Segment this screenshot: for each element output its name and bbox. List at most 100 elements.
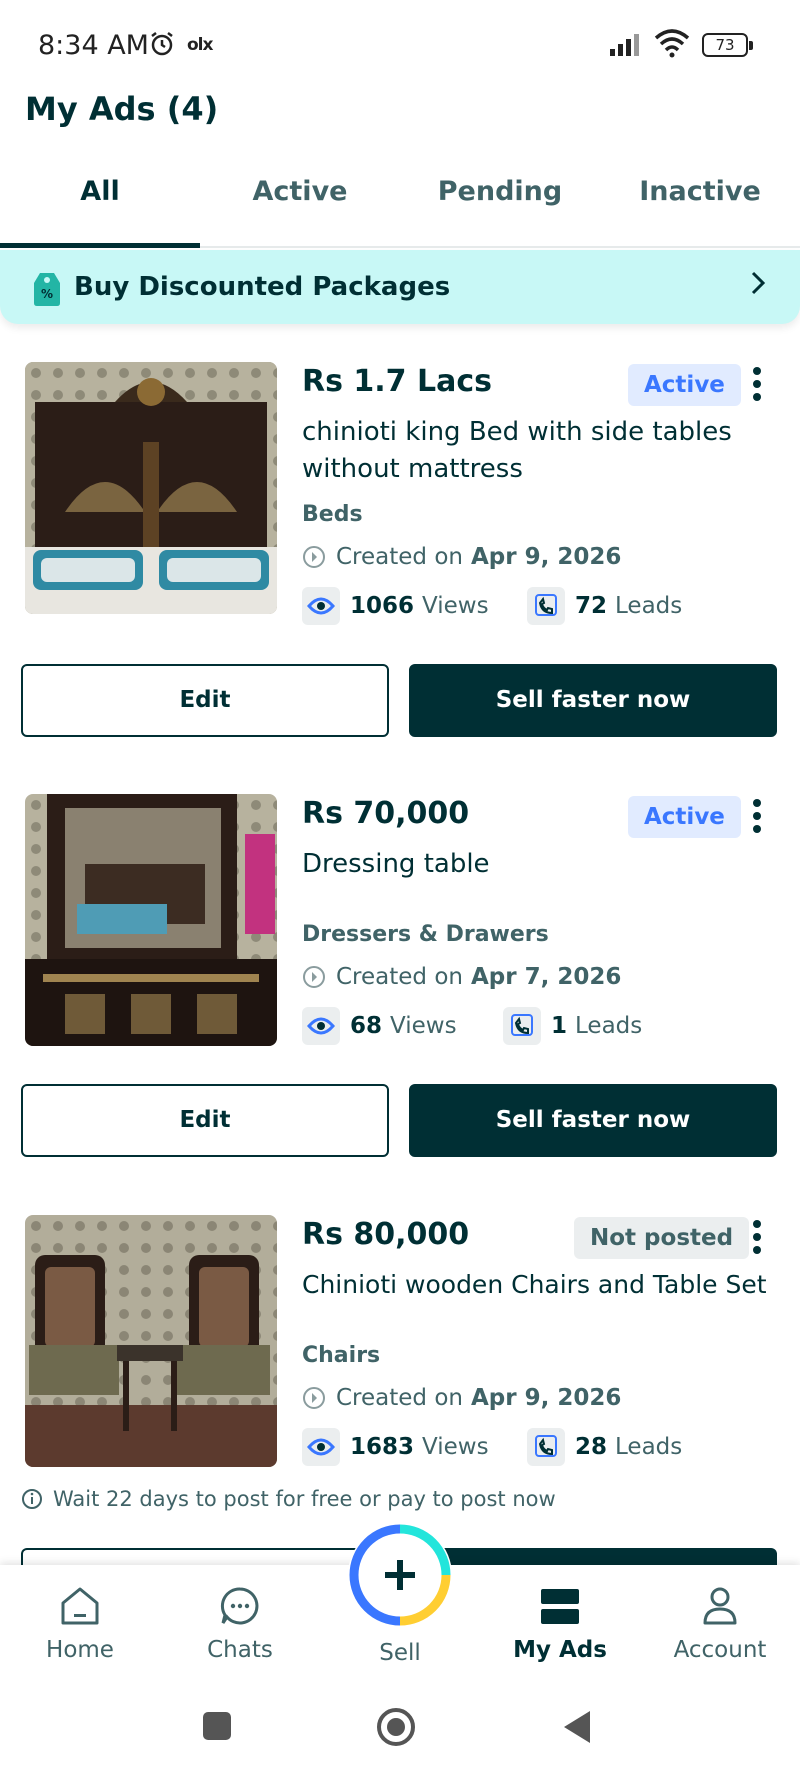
home-system-button[interactable] — [376, 1707, 416, 1751]
back-triangle-icon — [564, 1711, 590, 1743]
square-icon — [203, 1712, 231, 1740]
nav-account[interactable]: Account — [640, 1565, 800, 1681]
nav-my-ads-label: My Ads — [513, 1637, 607, 1663]
leads-stat: 28 Leads — [527, 1428, 682, 1466]
recents-button[interactable] — [202, 1711, 232, 1745]
leads-phone-icon — [535, 594, 557, 616]
tab-active[interactable]: Active — [200, 160, 400, 246]
sell-faster-button[interactable]: Sell faster now — [409, 664, 777, 737]
created-label: Created on — [336, 1385, 463, 1411]
wifi-icon — [654, 29, 690, 58]
alarm-icon — [151, 32, 173, 56]
leads-count: 28 — [575, 1434, 608, 1460]
chat-icon — [220, 1587, 259, 1625]
leads-label: Leads — [575, 1013, 643, 1039]
status-bar: 8:34 AM olx 73 — [0, 0, 800, 92]
views-label: Views — [390, 1013, 457, 1039]
nav-home[interactable]: Home — [0, 1565, 160, 1681]
tab-pending[interactable]: Pending — [400, 160, 600, 246]
buy-packages-banner[interactable]: % Buy Discounted Packages — [0, 250, 800, 324]
ad-category: Chairs — [302, 1343, 381, 1368]
ad-title: Chinioti wooden Chairs and Table Set — [302, 1270, 767, 1299]
ads-filter-tabs: All Active Pending Inactive — [0, 160, 800, 248]
leads-label: Leads — [615, 593, 683, 619]
created-date: Apr 9, 2026 — [470, 1385, 622, 1411]
ad-category: Dressers & Drawers — [302, 922, 549, 947]
ad-title: Dressing table — [302, 849, 490, 879]
created-date: Apr 7, 2026 — [470, 964, 622, 990]
edit-button[interactable]: Edit — [21, 1084, 389, 1157]
clock-icon — [303, 546, 325, 568]
views-count: 1683 — [350, 1434, 415, 1460]
tab-inactive[interactable]: Inactive — [600, 160, 800, 246]
ad-photo-bed[interactable] — [25, 362, 277, 614]
more-options-icon[interactable] — [752, 798, 762, 834]
nav-home-label: Home — [46, 1637, 114, 1663]
sell-button[interactable] — [348, 1523, 452, 1627]
status-badge: Active — [628, 364, 741, 406]
account-icon — [703, 1587, 737, 1625]
signal-icon — [610, 34, 639, 56]
nav-my-ads[interactable]: My Ads — [480, 1565, 640, 1681]
my-ads-icon — [541, 1589, 579, 1624]
circle-icon — [377, 1708, 415, 1746]
leads-label: Leads — [615, 1434, 683, 1460]
chevron-right-icon — [751, 271, 766, 295]
ad-price: Rs 70,000 — [302, 796, 470, 831]
olx-mini-logo: olx — [187, 35, 214, 55]
battery-indicator: 73 — [702, 33, 753, 57]
promo-label: Buy Discounted Packages — [74, 272, 451, 302]
views-stat: 1683 Views — [302, 1428, 489, 1466]
eye-icon — [307, 597, 335, 615]
page-title: My Ads (4) — [25, 90, 219, 128]
tab-all[interactable]: All — [0, 160, 200, 248]
leads-stat: 72 Leads — [527, 587, 682, 625]
eye-icon — [307, 1017, 335, 1035]
ad-photo-dressing-table[interactable] — [25, 794, 277, 1046]
created-label: Created on — [336, 964, 463, 990]
leads-count: 72 — [575, 593, 608, 619]
created-label: Created on — [336, 544, 463, 570]
discount-tag-icon: % — [34, 273, 60, 306]
home-icon — [61, 1587, 99, 1625]
plus-icon — [385, 1560, 415, 1590]
leads-phone-icon — [511, 1014, 533, 1036]
views-count: 1066 — [350, 593, 415, 619]
views-stat: 1066 Views — [302, 587, 489, 625]
repost-notice: Wait 22 days to post for free or pay to … — [21, 1487, 556, 1511]
edit-button[interactable]: Edit — [21, 664, 389, 737]
info-icon — [22, 1489, 42, 1509]
clock-icon — [303, 1387, 325, 1409]
ad-photo-chairs[interactable] — [25, 1215, 277, 1467]
nav-chats-label: Chats — [207, 1637, 273, 1663]
repost-notice-text: Wait 22 days to post for free or pay to … — [53, 1487, 556, 1511]
eye-icon — [307, 1438, 335, 1456]
svg-text:%: % — [41, 287, 53, 301]
status-time: 8:34 AM — [38, 30, 149, 61]
views-label: Views — [422, 1434, 489, 1460]
leads-phone-icon — [535, 1435, 557, 1457]
ad-title: chinioti king Bed with side tables witho… — [302, 417, 732, 484]
nav-account-label: Account — [673, 1637, 767, 1663]
more-options-icon[interactable] — [752, 366, 762, 402]
ad-price: Rs 1.7 Lacs — [302, 364, 492, 399]
more-options-icon[interactable] — [752, 1219, 762, 1255]
clock-icon — [303, 966, 325, 988]
ad-price: Rs 80,000 — [302, 1217, 470, 1252]
ad-created-date: Created on Apr 7, 2026 — [302, 964, 621, 990]
created-date: Apr 9, 2026 — [470, 544, 622, 570]
leads-count: 1 — [551, 1013, 568, 1039]
ad-created-date: Created on Apr 9, 2026 — [302, 544, 621, 570]
ad-created-date: Created on Apr 9, 2026 — [302, 1385, 621, 1411]
system-navigation-bar — [0, 1681, 800, 1777]
back-button[interactable] — [562, 1709, 592, 1749]
views-label: Views — [422, 593, 489, 619]
views-stat: 68 Views — [302, 1007, 457, 1045]
status-badge: Not posted — [574, 1217, 750, 1259]
sell-faster-button[interactable]: Sell faster now — [409, 1084, 777, 1157]
nav-sell-label: Sell — [379, 1640, 421, 1666]
leads-stat: 1 Leads — [503, 1007, 642, 1045]
ad-category: Beds — [302, 502, 363, 527]
status-badge: Active — [628, 796, 741, 838]
nav-chats[interactable]: Chats — [160, 1565, 320, 1681]
